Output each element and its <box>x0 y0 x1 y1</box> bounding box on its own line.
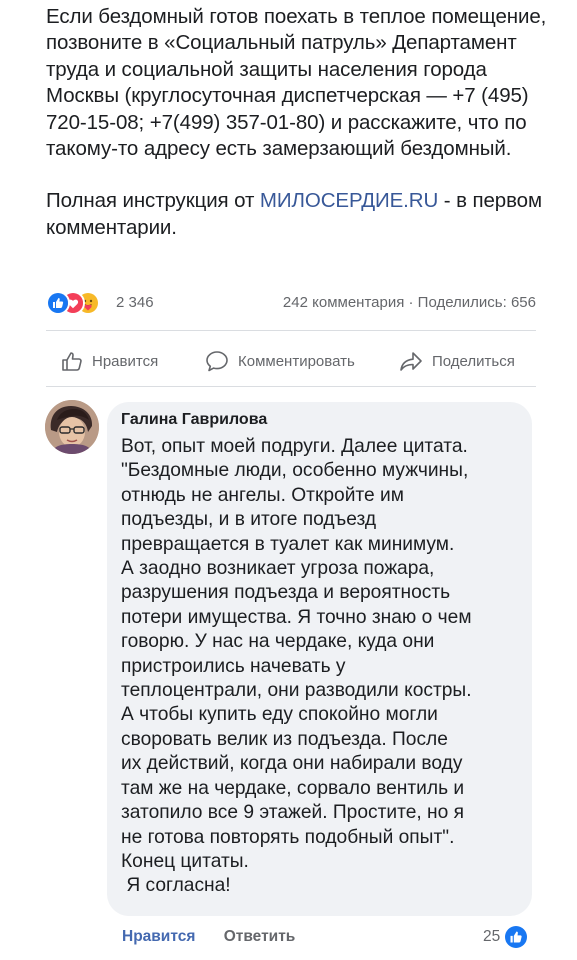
comment-button[interactable]: Комментировать <box>204 345 355 377</box>
comment-line: не готова повторять подобный опыт". <box>121 826 455 848</box>
reaction-count[interactable]: 2 346 <box>116 294 154 311</box>
comment-line: говорю. У нас на чердаке, куда они <box>121 631 435 653</box>
comment-line: превращается в туалет как минимум. <box>121 533 455 555</box>
post-paragraph-1: Если бездомный готов поехать в теплое по… <box>46 5 547 161</box>
like-icon <box>505 926 528 948</box>
comment-icon <box>206 351 228 372</box>
comment-reply-button[interactable]: Ответить <box>224 928 296 945</box>
like-icon <box>46 291 70 315</box>
share-button-label: Поделиться <box>432 352 515 370</box>
comment-line: теплоцентрали, они разводили костры. <box>121 680 472 702</box>
comment-line: "Бездомные люди, особенно мужчины, <box>121 460 469 482</box>
share-button[interactable]: Поделиться <box>398 345 515 377</box>
comment-line: их действий, когда они набирали воду <box>121 753 463 775</box>
avatar[interactable] <box>45 400 99 454</box>
comment-line: затопило все 9 этажей. Простите, но я <box>121 802 465 824</box>
thumbs-up-icon <box>62 352 82 371</box>
post-paragraph-2-prefix: Полная инструкция от <box>46 189 260 213</box>
comment-reactions[interactable]: 25 <box>483 926 528 948</box>
divider-bottom <box>46 386 536 387</box>
comment-line: своровать велик из подъезда. После <box>121 728 448 750</box>
comment-bubble: Галина Гаврилова Вот, опыт моей подруги.… <box>107 402 532 916</box>
post-text: Если бездомный готов поехать в теплое по… <box>46 4 561 241</box>
comments-shares-count[interactable]: 242 комментария · Поделились: 656 <box>283 294 536 311</box>
avatar-photo <box>45 400 99 454</box>
comment-line: подъезды, и в итоге подъезд <box>121 509 377 531</box>
comment-author[interactable]: Галина Гаврилова <box>121 411 267 429</box>
comment-button-label: Комментировать <box>238 352 355 370</box>
like-button[interactable]: Нравится <box>60 345 158 377</box>
post-stats: 2 346 242 комментария · Поделились: 656 <box>46 291 536 315</box>
comment-like-button[interactable]: Нравится <box>122 928 195 945</box>
share-icon <box>400 352 422 371</box>
comment-line: А заодно возникает угроза пожара, <box>121 558 435 580</box>
comment-line: пристроились начевать у <box>121 655 346 677</box>
comment-line: А чтобы купить еду спокойно могли <box>121 704 438 726</box>
comment-actions: Нравится Ответить <box>122 928 319 946</box>
comment-line: там же на чердаке, сорвало вентиль и <box>121 777 465 799</box>
comment-line: Я согласна! <box>121 875 231 897</box>
miloserdie-link[interactable]: МИЛОСЕРДИЕ.RU <box>260 189 438 212</box>
post-paragraph-2: Полная инструкция от МИЛОСЕРДИЕ.RU - в п… <box>46 188 561 241</box>
comment-line: Конец цитаты. <box>121 850 249 872</box>
comment-line: разрушения подъезда и вероятность <box>121 582 451 604</box>
comment-line: отнюдь не ангелы. Откройте им <box>121 484 404 506</box>
like-button-label: Нравится <box>92 352 159 370</box>
reactions-summary[interactable] <box>46 291 126 315</box>
post-actions: Нравится Комментировать Поделиться <box>46 345 536 377</box>
comment-reaction-count: 25 <box>483 928 501 945</box>
comment-line: потери имущества. Я точно знаю о чем <box>121 606 472 628</box>
comment-text: Вот, опыт моей подруги. Далее цитата. "Б… <box>121 435 527 899</box>
comment-line: Вот, опыт моей подруги. Далее цитата. <box>121 436 468 457</box>
divider-top <box>46 330 536 331</box>
